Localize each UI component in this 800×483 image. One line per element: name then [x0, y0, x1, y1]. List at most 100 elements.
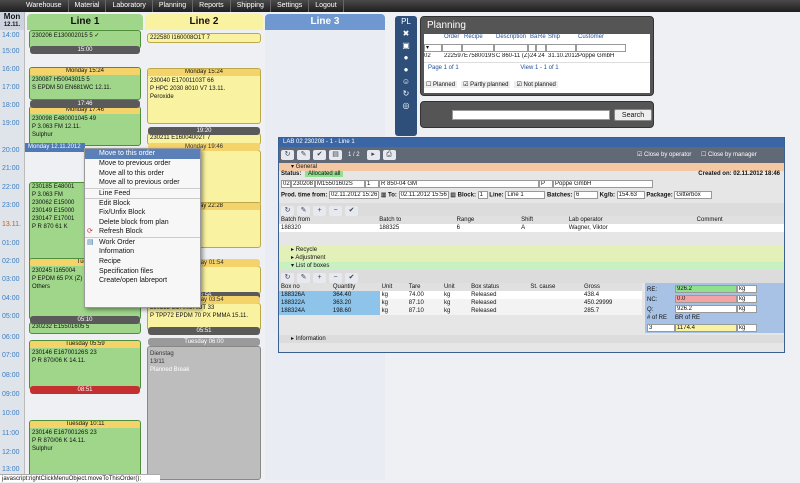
- menu-item-refresh-block[interactable]: ⟳ Refresh Block: [85, 227, 200, 237]
- check-icon[interactable]: ✔: [345, 206, 358, 216]
- remove-icon[interactable]: −: [329, 206, 342, 216]
- filter-re[interactable]: [536, 44, 546, 52]
- order-block[interactable]: Tuesday 10:11 230146 E16700126S 23 P R 870…: [29, 420, 141, 478]
- menu-item-planning[interactable]: Planning: [153, 0, 194, 12]
- calendar-icon[interactable]: ▦: [381, 193, 387, 199]
- remove-icon[interactable]: −: [329, 273, 342, 283]
- filter-customer[interactable]: [576, 44, 626, 52]
- col-header[interactable]: Ship: [548, 34, 578, 44]
- filter-recipe[interactable]: [462, 44, 494, 52]
- edit-icon[interactable]: ✎: [297, 273, 310, 283]
- side-tool-icon[interactable]: ●: [395, 64, 417, 76]
- col-header[interactable]: Re: [538, 34, 548, 44]
- re-count-value[interactable]: 3: [647, 324, 675, 332]
- order-field-1[interactable]: 02: [281, 180, 291, 188]
- line1-header[interactable]: Line 1: [27, 14, 143, 30]
- calendar-icon[interactable]: ▦: [450, 193, 456, 199]
- filter-checkbox[interactable]: ☐ Planned: [424, 81, 458, 88]
- edit-icon[interactable]: ✎: [297, 150, 310, 160]
- menu-item-fix-unfix-block[interactable]: Fix/Unfix Block: [85, 208, 200, 218]
- planned-break-block[interactable]: Dienstag 13/11 Planned Break: [147, 346, 261, 480]
- re-value[interactable]: 926.2: [675, 285, 737, 293]
- order-block[interactable]: 222580 I160008O1T 7: [147, 33, 261, 43]
- order-block[interactable]: Monday 15:24 230040 E17001103T 66 P HPC 20…: [147, 68, 261, 124]
- recycle-section[interactable]: ▸ Recycle: [279, 246, 784, 254]
- search-button[interactable]: Search: [614, 109, 652, 121]
- check-icon[interactable]: ✔: [345, 273, 358, 283]
- edit-icon[interactable]: ✎: [297, 206, 310, 216]
- order-field-2[interactable]: 230208: [291, 180, 315, 188]
- side-tool-icon[interactable]: ◎: [395, 100, 417, 112]
- close-by-operator[interactable]: ☑ Close by operator: [637, 151, 691, 158]
- selected-block-header[interactable]: Monday 12.11.2012 20:46: [25, 143, 85, 152]
- adjustment-section[interactable]: ▸ Adjustment: [279, 254, 784, 262]
- side-tool-icon[interactable]: PL: [395, 16, 417, 28]
- information-section[interactable]: ▸ Information: [279, 335, 784, 343]
- menu-item-specification-files[interactable]: Specification files: [85, 267, 200, 277]
- menu-item-settings[interactable]: Settings: [271, 0, 310, 12]
- box-row[interactable]: 188324A 198.60 kg 87.10 kg Released 285.7: [279, 307, 642, 315]
- re-value[interactable]: 0.0: [675, 295, 737, 303]
- refresh-icon[interactable]: ↻: [281, 273, 294, 283]
- line3-header[interactable]: Line 3: [265, 14, 385, 30]
- add-icon[interactable]: +: [313, 206, 326, 216]
- filter-select[interactable]: ▾: [424, 44, 442, 52]
- filter-order[interactable]: [442, 44, 462, 52]
- menu-item-recipe[interactable]: Recipe: [85, 257, 200, 267]
- open-icon[interactable]: ▤: [329, 150, 342, 160]
- re-count-value[interactable]: kg: [737, 324, 757, 332]
- col-header[interactable]: Ba: [530, 34, 538, 44]
- filter-checkbox[interactable]: ☑ Partly planned: [461, 81, 511, 88]
- next-icon[interactable]: ▸: [366, 150, 380, 160]
- general-section[interactable]: ▾ General: [279, 163, 784, 171]
- menu-item-edit-block[interactable]: Edit Block: [85, 197, 200, 208]
- menu-item-move-all-to-previous-order[interactable]: Move all to previous order: [85, 178, 200, 188]
- boxes-section[interactable]: ▾ List of boxes: [279, 262, 784, 270]
- line-field[interactable]: Line 1: [505, 191, 546, 199]
- prod-to-field[interactable]: 02.11.2012 15:56: [398, 191, 449, 199]
- line2-header[interactable]: Line 2: [145, 14, 263, 30]
- refresh-icon[interactable]: ↻: [281, 150, 294, 160]
- batch-row[interactable]: 188320 188325 6 A Wagner, Viktor: [279, 224, 784, 232]
- prod-from-field[interactable]: 02.11.2012 15:26: [329, 191, 380, 199]
- menu-item-move-to-this-order[interactable]: Move to this order: [85, 149, 200, 159]
- order-field-5[interactable]: R 850-04 GM: [379, 180, 539, 188]
- re-value[interactable]: 926.2: [675, 305, 737, 313]
- col-header[interactable]: Description: [496, 34, 530, 44]
- filter-desc[interactable]: [494, 44, 528, 52]
- kgb-field[interactable]: 154.63: [616, 191, 645, 199]
- menu-item-move-all-to-this-order[interactable]: Move all to this order: [85, 169, 200, 179]
- add-icon[interactable]: +: [313, 273, 326, 283]
- order-field-7[interactable]: Poppe GmbH: [553, 180, 653, 188]
- search-input[interactable]: [452, 110, 610, 120]
- menu-item-warehouse[interactable]: Warehouse: [20, 0, 69, 12]
- planning-row[interactable]: 02 222597 E7580019S C 860-11 (Z)4 24 24 31.10.…: [424, 53, 650, 63]
- box-row[interactable]: 188326A 364.40 kg 74.00 kg Released 438.4: [279, 291, 642, 299]
- menu-item-information[interactable]: Information: [85, 247, 200, 257]
- menu-item-material[interactable]: Material: [69, 0, 107, 12]
- batches-field[interactable]: 6: [574, 191, 598, 199]
- order-field-4[interactable]: 1: [365, 180, 379, 188]
- col-header[interactable]: Customer: [578, 34, 628, 44]
- menu-item-move-to-previous-order[interactable]: Move to previous order: [85, 159, 200, 169]
- save-icon[interactable]: ✔: [313, 150, 326, 160]
- menu-item-shipping[interactable]: Shipping: [231, 0, 271, 12]
- order-field-3[interactable]: M15501602S: [315, 180, 365, 188]
- side-tool-icon[interactable]: ●: [395, 52, 417, 64]
- package-select[interactable]: Gitterbox: [674, 191, 713, 199]
- menu-item-reports[interactable]: Reports: [193, 0, 231, 12]
- filter-ba[interactable]: [528, 44, 536, 52]
- menu-item-logout[interactable]: Logout: [309, 0, 344, 12]
- planning-pager[interactable]: Page 1 of 1 View 1 - 1 of 1: [424, 65, 650, 75]
- side-tool-icon[interactable]: ✖: [395, 28, 417, 40]
- order-field-6[interactable]: P: [539, 180, 553, 188]
- close-by-manager[interactable]: ☐ Close by manager: [701, 151, 757, 158]
- print-icon[interactable]: ⎙: [382, 150, 396, 160]
- block-field[interactable]: 1: [477, 191, 488, 199]
- re-count-value[interactable]: 1174.4: [675, 324, 737, 332]
- col-header[interactable]: Recipe: [464, 34, 496, 44]
- menu-item-work-order[interactable]: ▤ Work Order: [85, 237, 200, 247]
- box-row[interactable]: 188322A 363.20 kg 87.10 kg Released 450.29999: [279, 299, 642, 307]
- side-tool-icon[interactable]: ▣: [395, 40, 417, 52]
- order-block[interactable]: Monday 15:24 230087 H50043015 5 S EPDM 50 …: [29, 67, 141, 100]
